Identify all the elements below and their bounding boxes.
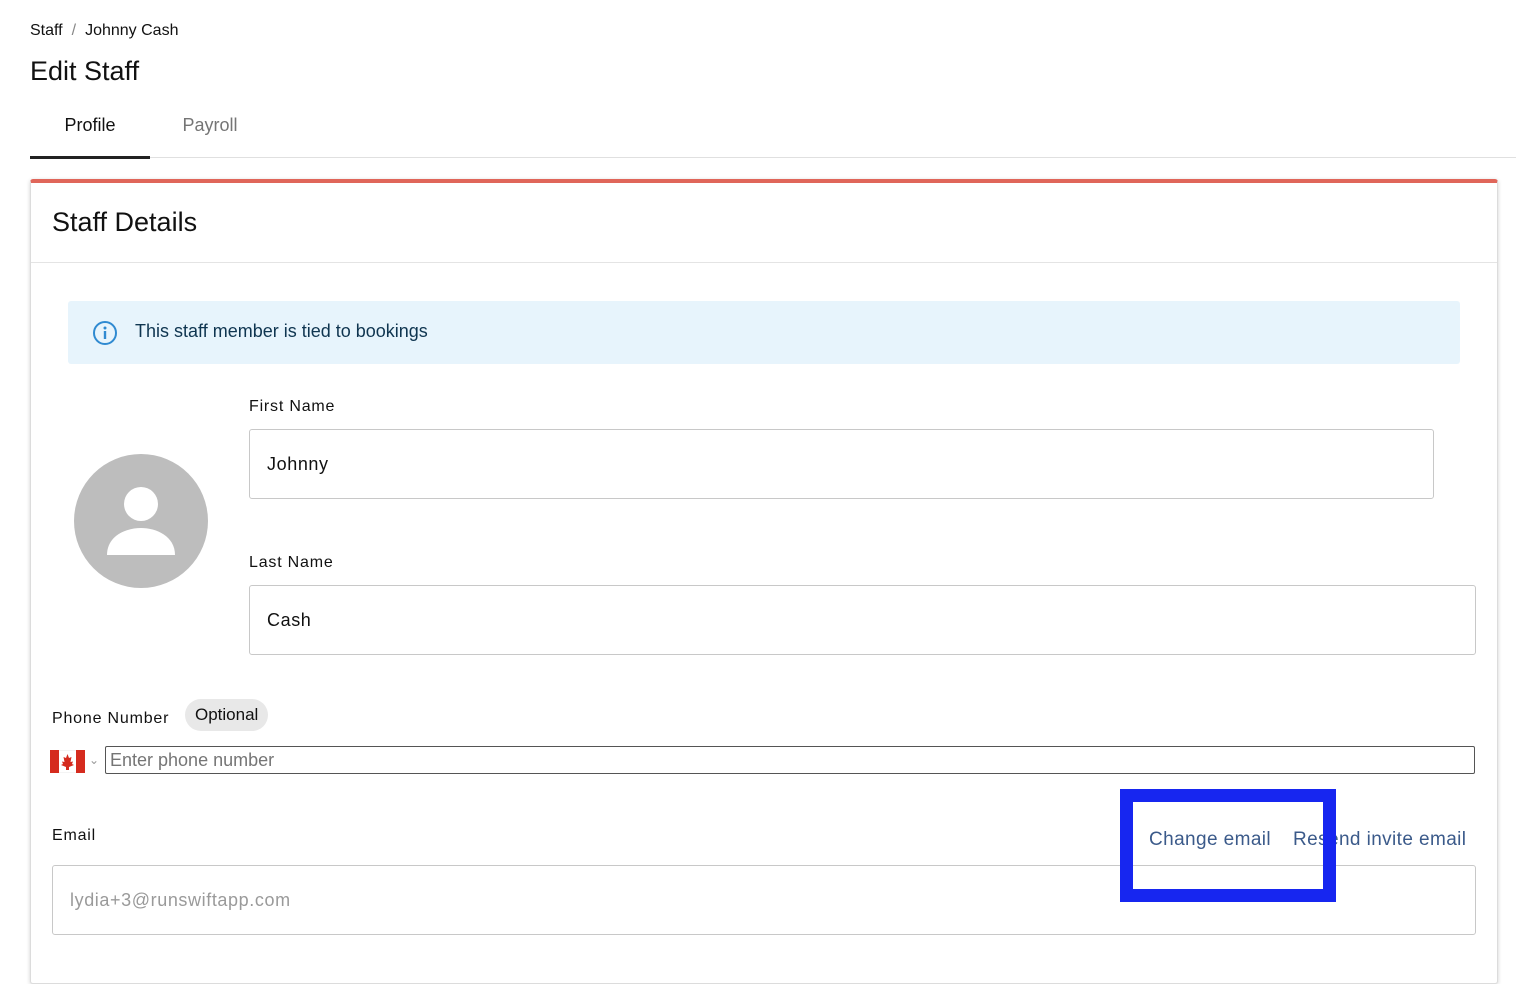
email-input xyxy=(52,865,1476,935)
tab-payroll[interactable]: Payroll xyxy=(150,104,270,156)
first-name-input[interactable] xyxy=(249,429,1434,499)
card-header: Staff Details xyxy=(31,183,1497,263)
card-title: Staff Details xyxy=(52,207,198,237)
breadcrumb-separator: / xyxy=(71,22,77,39)
canada-flag-icon[interactable] xyxy=(50,750,85,773)
last-name-label: Last Name xyxy=(249,554,334,571)
info-banner-text: This staff member is tied to bookings xyxy=(135,321,428,341)
breadcrumb-staff-link[interactable]: Staff xyxy=(30,22,63,39)
resend-invite-email-link[interactable]: Resend invite email xyxy=(1293,829,1466,851)
last-name-input[interactable] xyxy=(249,585,1476,655)
tab-bar: Profile Payroll xyxy=(30,104,1516,159)
change-email-link[interactable]: Change email xyxy=(1149,829,1271,851)
chevron-down-icon[interactable]: ⌄ xyxy=(89,753,99,767)
info-banner: This staff member is tied to bookings xyxy=(68,301,1460,364)
tab-profile[interactable]: Profile xyxy=(30,104,150,159)
page-title: Edit Staff xyxy=(30,56,140,86)
first-name-label: First Name xyxy=(249,398,336,415)
optional-badge: Optional xyxy=(185,699,269,731)
breadcrumb-current: Johnny Cash xyxy=(85,22,179,39)
phone-input[interactable] xyxy=(105,746,1475,774)
person-icon xyxy=(107,487,175,555)
breadcrumb: Staff / Johnny Cash xyxy=(30,22,178,40)
email-label: Email xyxy=(52,827,97,844)
info-icon xyxy=(93,321,117,345)
staff-details-card: Staff Details This staff member is tied … xyxy=(30,179,1498,984)
phone-number-label: Phone Number xyxy=(52,710,170,727)
avatar[interactable] xyxy=(74,454,208,588)
